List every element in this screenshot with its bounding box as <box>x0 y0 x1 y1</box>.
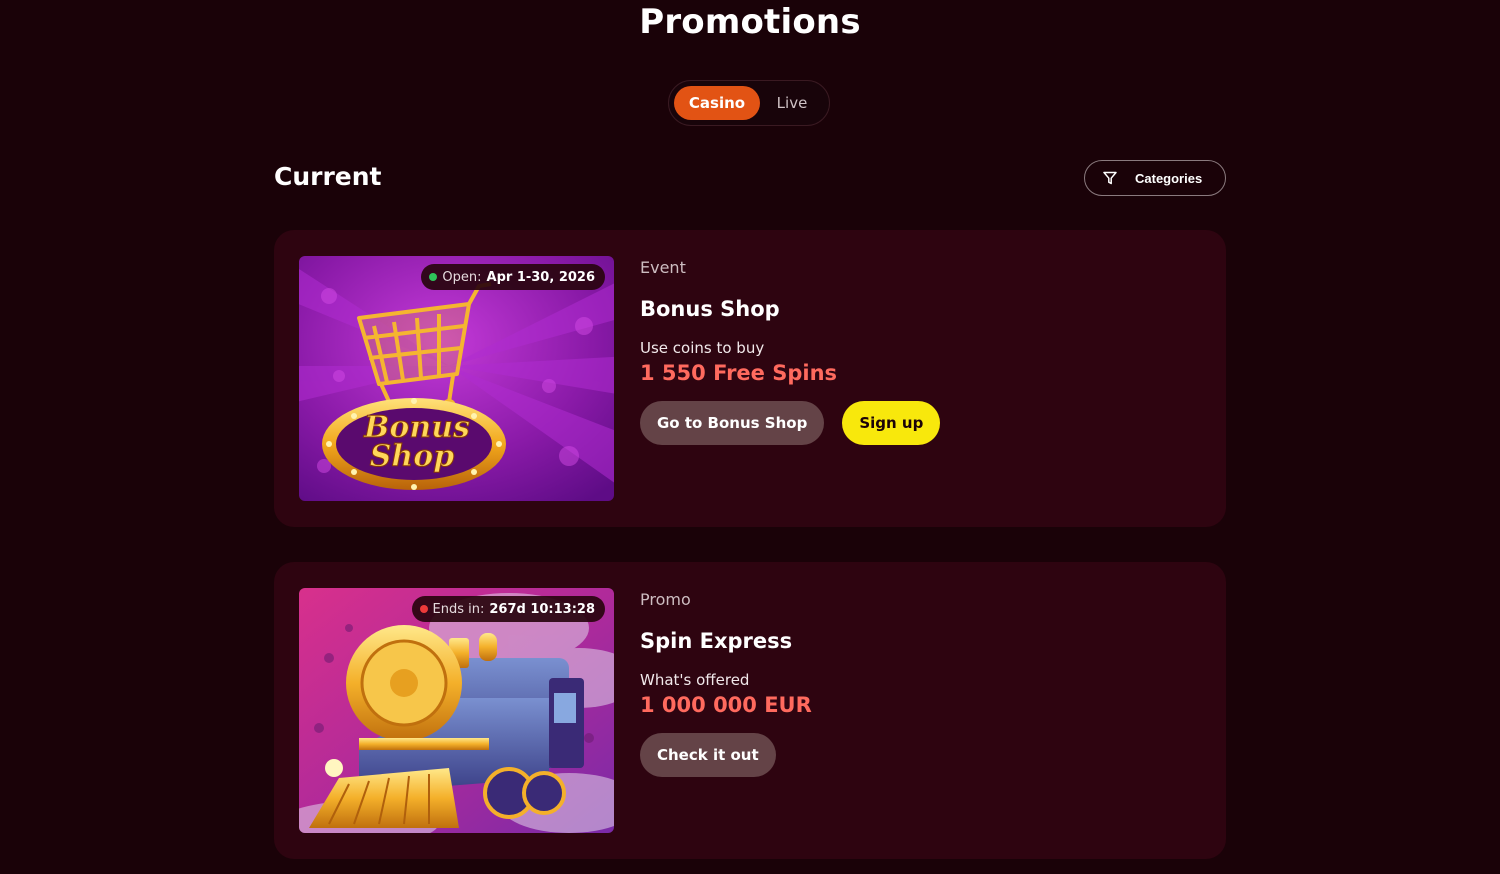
filter-icon <box>1103 171 1117 185</box>
status-dot-icon <box>419 605 428 613</box>
categories-button[interactable]: Categories <box>1084 160 1226 196</box>
badge-value: Apr 1-30, 2026 <box>486 269 595 285</box>
status-badge: Ends in: 267d 10:13:28 <box>411 596 605 622</box>
promo-value: 1 550 Free Spins <box>640 361 838 385</box>
promo-name: Spin Express <box>640 629 793 653</box>
badge-value: 267d 10:13:28 <box>489 601 595 617</box>
promo-name: Bonus Shop <box>640 297 780 321</box>
status-badge: Open: Apr 1-30, 2026 <box>421 264 605 290</box>
promo-type: Promo <box>640 590 691 609</box>
spin-express-train-illustration <box>299 588 614 833</box>
promo-description: Use coins to buy <box>640 339 765 357</box>
promo-type: Event <box>640 258 686 277</box>
promo-actions: Go to Bonus Shop Sign up <box>640 401 941 445</box>
promotions-page: Promotions Casino Live Current Categorie… <box>0 0 1500 874</box>
tab-live[interactable]: Live <box>760 86 824 120</box>
badge-label: Open: <box>442 269 482 285</box>
sign-up-button[interactable]: Sign up <box>842 401 941 445</box>
bonus-shop-illustration: Bonus Shop <box>299 256 614 501</box>
check-it-out-button[interactable]: Check it out <box>640 733 776 777</box>
status-dot-icon <box>429 273 438 281</box>
promo-card-spin-express: Ends in: 267d 10:13:28 Promo Spin Expres… <box>274 562 1226 859</box>
promo-image-spin-express[interactable]: Ends in: 267d 10:13:28 <box>299 588 614 833</box>
categories-label: Categories <box>1135 170 1203 186</box>
svg-text:Shop: Shop <box>370 439 454 474</box>
promo-value: 1 000 000 EUR <box>640 693 812 717</box>
product-tab-switch: Casino Live <box>668 80 830 126</box>
promo-actions: Check it out <box>640 733 812 777</box>
page-title: Promotions <box>639 2 861 42</box>
badge-label: Ends in: <box>432 601 485 617</box>
promo-description: What's offered <box>640 671 750 689</box>
promo-card-body: Event Bonus Shop Use coins to buy 1 550 … <box>640 258 941 445</box>
promo-card-body: Promo Spin Express What's offered 1 000 … <box>640 590 812 777</box>
section-title: Current <box>274 162 382 191</box>
promo-image-bonus-shop[interactable]: Bonus Shop Open: Apr 1-30, 2026 <box>299 256 614 501</box>
tab-casino[interactable]: Casino <box>674 86 760 120</box>
promo-card-bonus-shop: Bonus Shop Open: Apr 1-30, 2026 Event Bo… <box>274 230 1226 527</box>
go-to-bonus-shop-button[interactable]: Go to Bonus Shop <box>640 401 825 445</box>
